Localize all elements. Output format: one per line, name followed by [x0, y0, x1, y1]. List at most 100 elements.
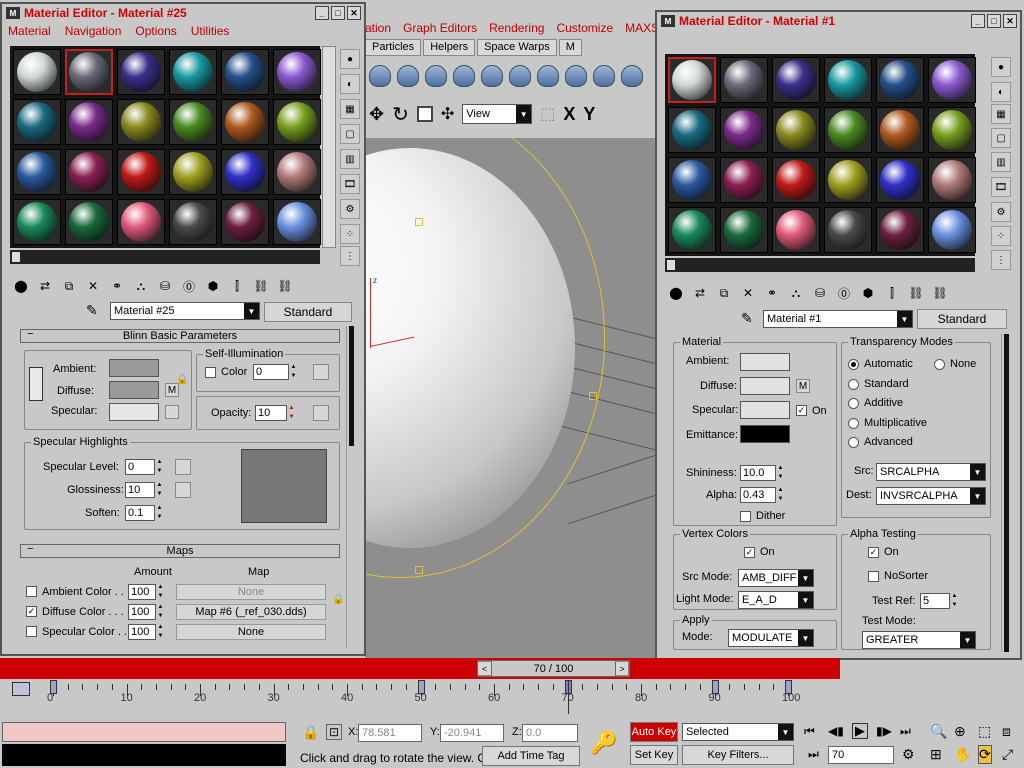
sphere-icon[interactable]: [397, 65, 419, 87]
assign-to-selection-icon[interactable]: ⧉: [60, 277, 78, 295]
torus-knot-icon[interactable]: [537, 65, 559, 87]
tab-helpers[interactable]: Helpers: [423, 39, 476, 56]
region-zoom-icon[interactable]: ⊞: [930, 746, 942, 763]
scroll-thumb[interactable]: [12, 252, 20, 262]
material-slot[interactable]: [65, 49, 113, 95]
reset-icon[interactable]: ✕: [84, 277, 102, 295]
maxscript-listener-mini[interactable]: [2, 722, 286, 742]
material-slot[interactable]: [221, 149, 269, 195]
material-slot[interactable]: [117, 49, 165, 95]
prev-frame-icon[interactable]: ◀▮: [828, 724, 844, 738]
maximize-icon[interactable]: □: [331, 6, 345, 20]
play-icon[interactable]: ▶: [852, 723, 868, 739]
trajectory-key[interactable]: [415, 566, 423, 574]
keyframe-marker[interactable]: [50, 680, 57, 694]
test-ref-value[interactable]: 5: [920, 593, 950, 609]
go-forward-sibling-icon[interactable]: ⛓: [276, 277, 294, 295]
spinner-icon[interactable]: ▲ ▼: [776, 487, 785, 503]
material-slot[interactable]: [117, 99, 165, 145]
backlight-icon[interactable]: ◐: [991, 82, 1011, 102]
slots-scrollbar-h[interactable]: [10, 250, 320, 264]
glossiness-value[interactable]: 10: [125, 482, 155, 498]
trajectory-key[interactable]: [415, 218, 423, 226]
menu-customize[interactable]: Customize: [556, 21, 613, 35]
show-map-in-viewport-icon[interactable]: ⬢: [859, 284, 877, 302]
cylinder-icon[interactable]: [425, 65, 447, 87]
next-frame-icon[interactable]: ▮▶: [876, 724, 892, 738]
map-enable-checkbox[interactable]: ✓: [26, 606, 37, 617]
material-slot[interactable]: [720, 207, 768, 253]
perspective-viewport[interactable]: z: [365, 138, 655, 658]
close-icon[interactable]: ✕: [347, 6, 361, 20]
material-slot[interactable]: [221, 49, 269, 95]
minimize-icon[interactable]: _: [315, 6, 329, 20]
tab-particles[interactable]: Particles: [365, 39, 422, 56]
material-navigator-icon[interactable]: ⋮: [991, 250, 1011, 270]
put-to-library-icon[interactable]: ⛁: [811, 284, 829, 302]
scale-icon[interactable]: [416, 106, 433, 122]
shininess-value[interactable]: 10.0: [740, 465, 776, 481]
pivot-icon[interactable]: ✣: [441, 104, 454, 124]
material-slot[interactable]: [169, 99, 217, 145]
backlight-icon[interactable]: ◐: [340, 74, 360, 94]
diffuse-map-button[interactable]: M: [796, 379, 810, 393]
material-slot[interactable]: [221, 99, 269, 145]
material-slot[interactable]: [876, 207, 924, 253]
reset-icon[interactable]: ✕: [739, 284, 757, 302]
time-slider-track[interactable]: [0, 658, 840, 679]
pivot-center-icon[interactable]: ⬚: [540, 104, 555, 124]
keyframe-marker[interactable]: [785, 680, 792, 694]
material-slot[interactable]: [668, 57, 716, 103]
cone-icon[interactable]: [453, 65, 475, 87]
material-slot[interactable]: [65, 199, 113, 245]
material-slot[interactable]: [928, 57, 976, 103]
map-amount[interactable]: 100: [128, 624, 156, 640]
background-checker-icon[interactable]: ▦: [340, 99, 360, 119]
material-slot[interactable]: [668, 107, 716, 153]
rotate-icon[interactable]: ↻: [392, 102, 409, 127]
nosorter-checkbox[interactable]: [868, 571, 879, 582]
show-map-in-viewport-icon[interactable]: ⬢: [204, 277, 222, 295]
map-enable-checkbox[interactable]: [26, 626, 37, 637]
sample-type-icon[interactable]: ●: [991, 57, 1011, 77]
menu-rendering[interactable]: Rendering: [489, 21, 544, 35]
map-amount[interactable]: 100: [128, 604, 156, 620]
opacity-value[interactable]: 10: [255, 405, 287, 421]
diffuse-swatch[interactable]: [109, 381, 159, 399]
axis-x-button[interactable]: X: [563, 104, 575, 125]
material-slot[interactable]: [928, 207, 976, 253]
material-slot[interactable]: [668, 207, 716, 253]
ambient-swatch[interactable]: [740, 353, 790, 371]
spinner-icon[interactable]: ▲ ▼: [156, 624, 165, 640]
material-slot[interactable]: [824, 207, 872, 253]
material-type-button[interactable]: Standard: [264, 302, 352, 322]
maximize-icon[interactable]: □: [987, 14, 1001, 28]
go-forward-sibling-icon[interactable]: ⛓: [931, 284, 949, 302]
menu-utilities[interactable]: Utilities: [191, 24, 230, 38]
spinner-icon[interactable]: ▲ ▼: [155, 505, 164, 521]
material-type-button[interactable]: Standard: [917, 309, 1007, 329]
ambient-swatch[interactable]: [109, 359, 159, 377]
pan-hand-icon[interactable]: ✋: [954, 746, 971, 763]
specular-swatch[interactable]: [740, 401, 790, 419]
lock-link-icon[interactable]: [29, 367, 43, 401]
material-slot[interactable]: [876, 157, 924, 203]
material-slot[interactable]: [13, 99, 61, 145]
material-slot[interactable]: [273, 199, 321, 245]
scroll-thumb[interactable]: [349, 326, 354, 446]
minimize-icon[interactable]: _: [971, 14, 985, 28]
light-mode-select[interactable]: E_A_D ▼: [738, 591, 814, 609]
spinner-icon[interactable]: ▲ ▼: [156, 584, 165, 600]
menu-graph-editors[interactable]: Graph Editors: [403, 21, 477, 35]
alpha-value[interactable]: 0.43: [740, 487, 776, 503]
y-coordinate-field[interactable]: -20.941: [440, 724, 504, 742]
sample-type-icon[interactable]: ●: [340, 49, 360, 69]
self-illum-map-button[interactable]: [313, 364, 329, 380]
trajectory-key[interactable]: [589, 392, 597, 400]
go-to-parent-icon[interactable]: ⛓: [252, 277, 270, 295]
axis-y-button[interactable]: Y: [583, 104, 595, 125]
absolute-mode-icon[interactable]: ⊡: [326, 724, 342, 740]
material-slot[interactable]: [876, 57, 924, 103]
make-unique-icon[interactable]: ⛬: [132, 277, 150, 295]
material-effects-channel-icon[interactable]: ⓪: [835, 284, 853, 302]
